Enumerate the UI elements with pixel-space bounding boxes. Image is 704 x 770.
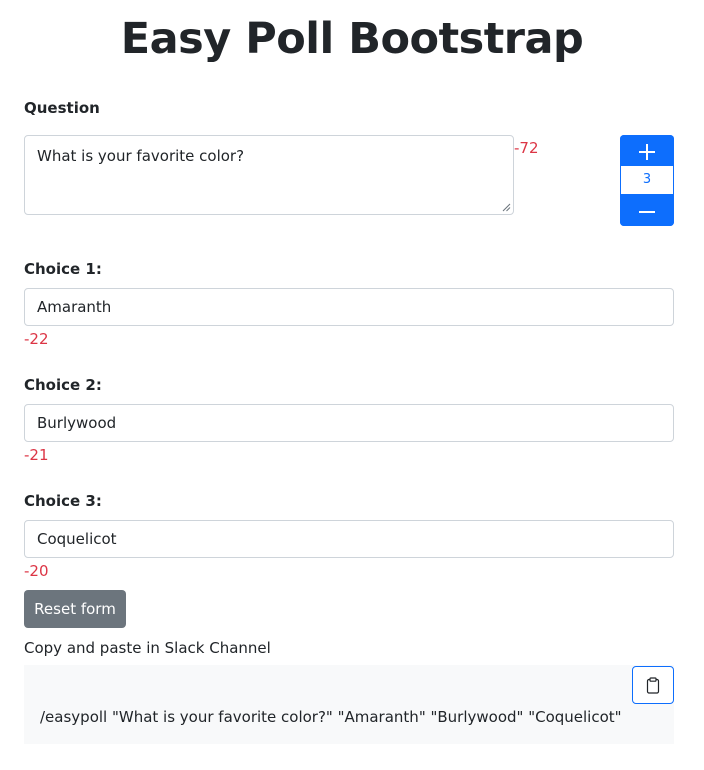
slack-command-text: /easypoll "What is your favorite color?"… <box>40 708 622 726</box>
copy-hint-text: Copy and paste in Slack Channel <box>24 639 271 657</box>
choice-count-stepper: 3 <box>620 135 674 226</box>
reset-form-button[interactable]: Reset form <box>24 590 126 628</box>
page: Easy Poll Bootstrap Question What is you… <box>0 0 704 770</box>
choice-3-char-counter: -20 <box>24 562 49 580</box>
question-char-counter: -72 <box>514 139 539 157</box>
choice-2-label: Choice 2: <box>24 376 102 394</box>
choice-3-label: Choice 3: <box>24 492 102 510</box>
choice-2-char-counter: -21 <box>24 446 49 464</box>
minus-icon <box>639 211 655 213</box>
choice-3-input[interactable]: Coquelicot <box>24 520 674 558</box>
question-textarea[interactable]: What is your favorite color? <box>24 135 514 215</box>
choice-count-value[interactable]: 3 <box>621 166 673 194</box>
question-label: Question <box>24 99 100 117</box>
choice-2-input[interactable]: Burlywood <box>24 404 674 442</box>
add-choice-button[interactable] <box>620 135 674 165</box>
page-title: Easy Poll Bootstrap <box>120 14 584 64</box>
choice-1-char-counter: -22 <box>24 330 49 348</box>
choice-1-input[interactable]: Amaranth <box>24 288 674 326</box>
question-text: What is your favorite color? <box>37 147 245 165</box>
slack-command-box: /easypoll "What is your favorite color?"… <box>24 665 674 744</box>
clipboard-icon <box>646 677 660 694</box>
plus-icon <box>639 144 655 160</box>
resize-grip-icon[interactable] <box>502 203 511 212</box>
remove-choice-button[interactable] <box>620 196 674 226</box>
copy-to-clipboard-button[interactable] <box>632 666 674 704</box>
choice-1-label: Choice 1: <box>24 260 102 278</box>
